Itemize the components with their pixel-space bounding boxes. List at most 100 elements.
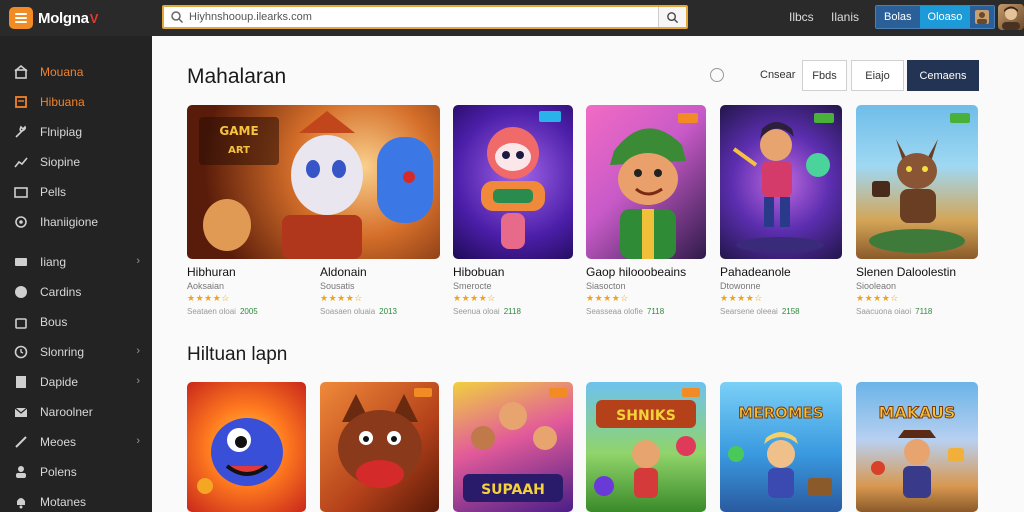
logo-badge: V <box>89 10 99 26</box>
sort-label[interactable]: Cnsear <box>760 69 795 81</box>
sidebar-item-label: Siopine <box>40 155 81 169</box>
card-title[interactable]: Aldonain <box>320 265 367 279</box>
folder-icon <box>14 185 28 199</box>
book-icon <box>14 95 28 109</box>
sidebar-item-label: Meoes <box>40 435 77 449</box>
card-meta-label: Saacuona oiaoi <box>856 307 912 316</box>
game-card-image[interactable]: MEROMES <box>720 382 842 512</box>
card-meta-number: 2118 <box>503 307 521 316</box>
card-art-text: SUPAAH <box>481 482 545 498</box>
card-art-text: SHNIKS <box>616 408 676 424</box>
sidebar-item[interactable]: Dapide › <box>0 371 152 393</box>
app-logo[interactable]: Molgna V <box>0 7 152 29</box>
top-link-2[interactable]: Ilanis <box>831 10 859 24</box>
card-subtitle: Sousatis <box>320 281 355 291</box>
sidebar-item-label: Slonring <box>40 345 85 359</box>
svg-text:ART: ART <box>228 145 250 156</box>
sidebar-item[interactable]: Siopine <box>0 151 152 173</box>
card-meta-label: Searsene oleeai <box>720 307 778 316</box>
person-icon <box>14 465 28 479</box>
section-title-featured: Mahalaran <box>187 65 287 88</box>
filter-button-1[interactable]: Fbds <box>802 60 847 91</box>
top-link-1[interactable]: Ilbcs <box>789 10 814 24</box>
game-card-image[interactable] <box>856 105 978 259</box>
chevron-right-icon: › <box>136 255 140 267</box>
card-meta-label: Seataen oloai <box>187 307 236 316</box>
top-button-1[interactable]: Bolas <box>876 6 920 28</box>
bell-icon <box>14 495 28 509</box>
sidebar-item-label: Iiang <box>40 255 67 269</box>
svg-text:GAME: GAME <box>219 124 258 138</box>
search-input[interactable] <box>184 7 658 27</box>
search-icon <box>667 11 679 23</box>
card-subtitle: Siooleaon <box>856 281 897 291</box>
sidebar-item-label: Bous <box>40 315 68 329</box>
card-icon <box>14 255 28 269</box>
sidebar-item[interactable]: Hibuana <box>0 91 152 113</box>
sidebar-item[interactable]: Meoes › <box>0 431 152 453</box>
card-meta-number: 2158 <box>781 307 800 316</box>
card-title[interactable]: Hibhuran <box>187 265 236 279</box>
sidebar-item[interactable]: Pells <box>0 181 152 203</box>
sidebar-item-label: Pells <box>40 185 67 199</box>
card-subtitle: Smerocte <box>453 281 492 291</box>
card-meta: Seataen oloai 2005 <box>187 307 258 316</box>
app-name: Molgna <box>38 9 89 27</box>
top-button-2[interactable]: Oloaso <box>919 6 971 28</box>
game-card-image[interactable]: MAKAUS <box>856 382 978 512</box>
chevron-right-icon: › <box>136 345 140 357</box>
card-title[interactable]: Slenen Daloolestin <box>856 265 956 279</box>
search-button[interactable] <box>658 7 686 27</box>
sidebar-item[interactable]: Naroolner <box>0 401 152 423</box>
avatar[interactable] <box>998 4 1024 30</box>
game-card-image[interactable] <box>453 105 573 259</box>
game-card-image[interactable]: SHNIKS <box>586 382 706 512</box>
game-card-image[interactable]: SUPAAH <box>453 382 573 512</box>
game-card-image[interactable] <box>187 382 306 512</box>
sort-icon[interactable] <box>710 68 724 82</box>
card-meta: Seenua oloai 2118 <box>453 307 521 316</box>
game-card-image[interactable] <box>320 382 439 512</box>
sidebar-item-label: Ihaniigione <box>40 215 99 229</box>
clock-icon <box>14 345 28 359</box>
card-art-text: MAKAUS <box>878 403 955 422</box>
sidebar-item[interactable]: Flnipiag <box>0 121 152 143</box>
chevron-right-icon: › <box>136 375 140 387</box>
sidebar-item[interactable]: Iiang › <box>0 251 152 273</box>
sidebar-item[interactable]: Mouana <box>0 61 152 83</box>
sidebar-item[interactable]: Motanes <box>0 491 152 512</box>
sidebar-item[interactable]: Ihaniigione <box>0 211 152 233</box>
sidebar-item-label: Cardins <box>40 285 82 299</box>
card-meta-label: Soasaen oluaia <box>320 307 376 316</box>
search-bar[interactable] <box>162 5 688 29</box>
card-meta-number: 2005 <box>239 307 258 316</box>
game-card-image[interactable] <box>586 105 706 259</box>
profile-button[interactable] <box>970 6 995 28</box>
game-card-image[interactable] <box>720 105 842 259</box>
rating-stars: ★★★★☆ <box>720 293 763 303</box>
chevron-right-icon: › <box>136 435 140 447</box>
sidebar-item-label: Motanes <box>40 495 87 509</box>
sidebar-item[interactable]: Slonring › <box>0 341 152 363</box>
card-meta-label: Seenua oloai <box>453 307 500 316</box>
sidebar-item-label: Dapide <box>40 375 79 389</box>
search-icon <box>171 11 184 24</box>
sidebar-item-label: Mouana <box>40 65 84 79</box>
card-title[interactable]: Pahadeanole <box>720 265 791 279</box>
card-meta-number: 7118 <box>915 307 933 316</box>
sidebar-item[interactable]: Polens <box>0 461 152 483</box>
card-title[interactable]: Hibobuan <box>453 265 504 279</box>
card-title[interactable]: Gaop hilooobeains <box>586 265 686 279</box>
top-bar: Molgna V Ilbcs Ilanis Bolas Oloaso <box>0 0 1024 36</box>
sidebar-item[interactable]: Bous <box>0 311 152 333</box>
sidebar-item-label: Flnipiag <box>40 125 83 139</box>
sidebar-item-label: Polens <box>40 465 77 479</box>
filter-button-3[interactable]: Cemaens <box>907 60 979 91</box>
wrench-icon <box>14 125 28 139</box>
game-card-image[interactable]: GAME ART <box>187 105 440 259</box>
menu-icon[interactable] <box>9 7 33 29</box>
sidebar-item[interactable]: Cardins <box>0 281 152 303</box>
card-subtitle: Siasocton <box>586 281 626 291</box>
filter-button-2[interactable]: Eiajo <box>851 60 904 91</box>
rating-stars: ★★★★☆ <box>856 293 899 303</box>
